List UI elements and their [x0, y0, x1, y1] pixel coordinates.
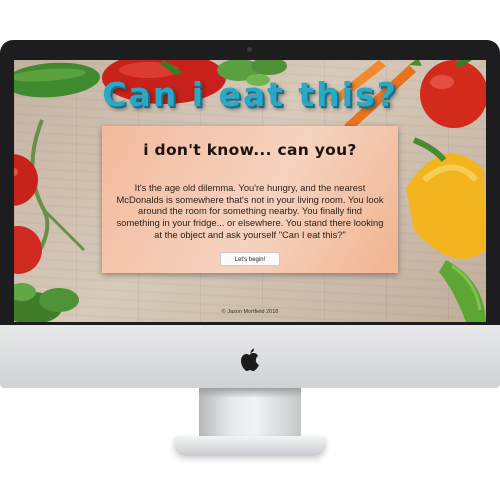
cherry-tomatoes-image	[14, 119, 86, 274]
intro-card: i don't know... can you? It's the age ol…	[102, 126, 398, 273]
lets-begin-button[interactable]: Let's begin!	[220, 252, 280, 266]
copyright-text: © Jason Mortfield 2018	[221, 309, 279, 315]
card-body-text: It's the age old dilemma. You're hungry,…	[116, 182, 384, 240]
parsley-image	[14, 283, 79, 322]
apple-logo-icon	[241, 348, 259, 371]
monitor-stand-base	[174, 436, 326, 456]
website-screen: Can i eat this? i don't know... can you?…	[14, 60, 486, 322]
camera-dot-icon	[247, 47, 252, 52]
yellow-pepper-image	[406, 137, 486, 259]
site-title: Can i eat this?	[102, 75, 398, 114]
card-heading: i don't know... can you?	[143, 141, 357, 159]
stand-shadow	[199, 388, 301, 398]
